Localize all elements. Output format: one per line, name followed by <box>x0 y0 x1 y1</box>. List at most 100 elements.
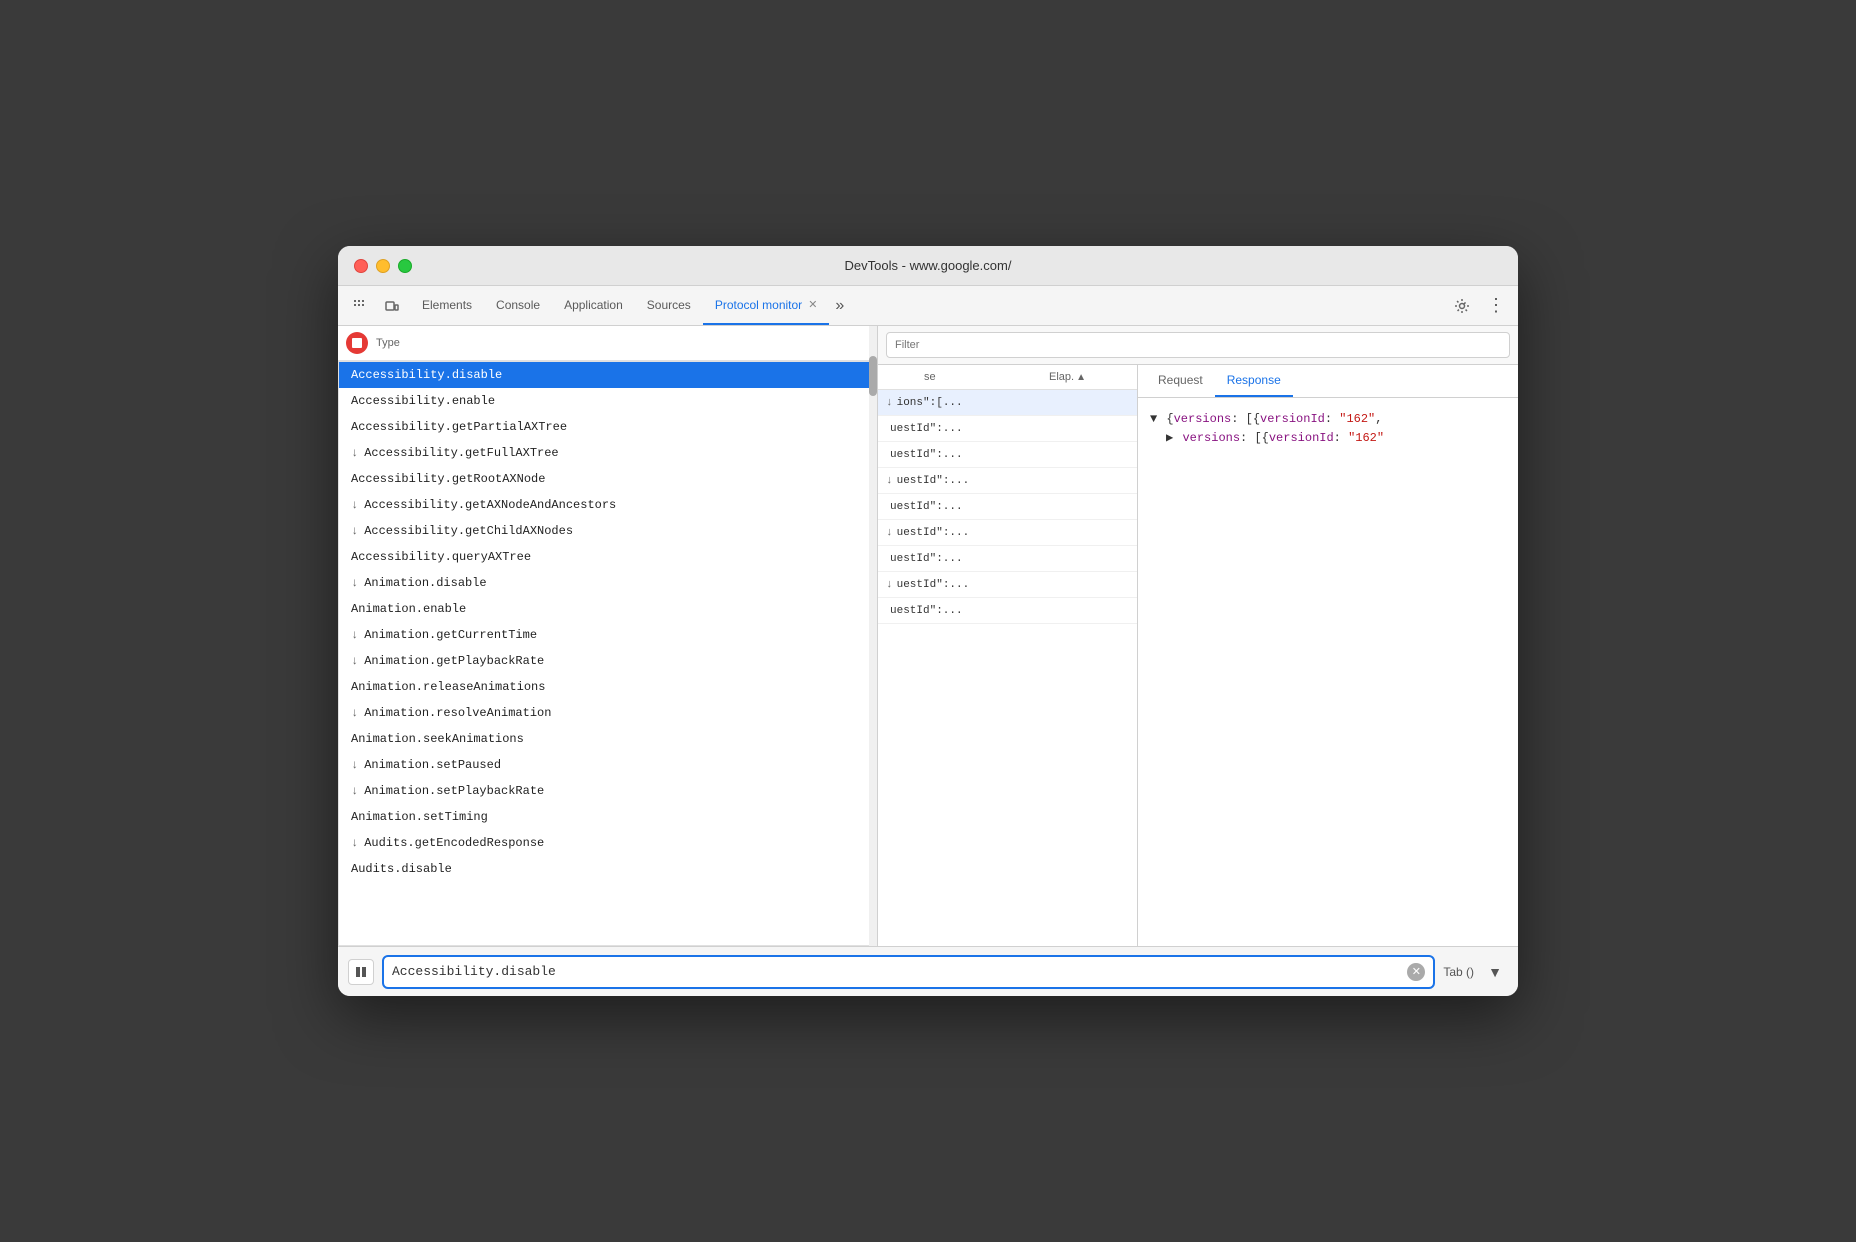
tab-close-icon[interactable]: ✕ <box>808 298 817 311</box>
filter-input[interactable] <box>886 332 1510 358</box>
detail-panel: Request Response ▼ {versions: [{versionI… <box>1138 365 1518 946</box>
table-row[interactable]: ↓ uestId":... <box>878 468 1137 494</box>
stop-button[interactable] <box>346 332 368 354</box>
item-label: Animation.releaseAnimations <box>351 680 545 694</box>
arrow-icon: ↓ <box>351 654 358 668</box>
autocomplete-panel: Type Accessibility.disable Accessibility… <box>338 326 878 946</box>
command-input[interactable] <box>392 964 1407 979</box>
item-label: Accessibility.getFullAXTree <box>364 446 558 460</box>
item-label: Accessibility.disable <box>351 368 502 382</box>
tab-response[interactable]: Response <box>1215 365 1293 397</box>
table-row[interactable]: uestId":... <box>878 442 1137 468</box>
autocomplete-item-anim-paused[interactable]: ↓ Animation.setPaused <box>339 752 876 778</box>
scrollbar-thumb[interactable] <box>869 356 877 396</box>
arrow-icon: ↓ <box>351 758 358 772</box>
tab-sources[interactable]: Sources <box>635 286 703 325</box>
autocomplete-item-acc-query[interactable]: Accessibility.queryAXTree <box>339 544 876 570</box>
tab-protocol-monitor[interactable]: Protocol monitor ✕ <box>703 286 830 325</box>
row-arrow-icon: ↓ <box>886 397 893 409</box>
item-label: Audits.disable <box>351 862 452 876</box>
chevron-down-icon[interactable]: ▼ <box>1482 959 1508 985</box>
tab-request[interactable]: Request <box>1146 365 1215 397</box>
item-label: Accessibility.enable <box>351 394 495 408</box>
traffic-lights <box>354 259 412 273</box>
table-row[interactable]: ↓ uestId":... <box>878 520 1137 546</box>
toolbar-right: ⋮ <box>1448 292 1510 320</box>
item-label: Animation.disable <box>364 576 486 590</box>
settings-icon[interactable] <box>1448 292 1476 320</box>
item-label: Animation.resolveAnimation <box>364 706 551 720</box>
autocomplete-item-anim-enable[interactable]: Animation.enable <box>339 596 876 622</box>
table-row[interactable]: uestId":... <box>878 598 1137 624</box>
tab-hint: Tab () <box>1443 965 1474 979</box>
sort-icon: ▲ <box>1076 372 1086 383</box>
row-arrow-icon: ↓ <box>886 579 893 591</box>
autocomplete-item-acc-partial[interactable]: Accessibility.getPartialAXTree <box>339 414 876 440</box>
item-label: Accessibility.queryAXTree <box>351 550 531 564</box>
arrow-icon: ↓ <box>351 706 358 720</box>
item-label: Accessibility.getChildAXNodes <box>364 524 573 538</box>
autocomplete-item-audit-encoded[interactable]: ↓ Audits.getEncodedResponse <box>339 830 876 856</box>
right-panel: se Elap. ▲ ↓ ions":[... uestId":... <box>878 326 1518 946</box>
autocomplete-item-acc-enable[interactable]: Accessibility.enable <box>339 388 876 414</box>
autocomplete-item-anim-timing[interactable]: Animation.setTiming <box>339 804 876 830</box>
row-response: uestId":... <box>897 475 1129 487</box>
middle-panel: se Elap. ▲ ↓ ions":[... uestId":... <box>878 365 1138 946</box>
autocomplete-item-acc-root[interactable]: Accessibility.getRootAXNode <box>339 466 876 492</box>
minimize-button[interactable] <box>376 259 390 273</box>
tab-application[interactable]: Application <box>552 286 635 325</box>
row-response: ions":[... <box>897 397 1129 409</box>
item-label: Animation.enable <box>351 602 466 616</box>
autocomplete-item-anim-seek[interactable]: Animation.seekAnimations <box>339 726 876 752</box>
device-icon[interactable] <box>378 292 406 320</box>
maximize-button[interactable] <box>398 259 412 273</box>
close-button[interactable] <box>354 259 368 273</box>
row-response: uestId":... <box>890 605 1129 617</box>
tab-elements[interactable]: Elements <box>410 286 484 325</box>
row-response: uestId":... <box>890 553 1129 565</box>
autocomplete-list: Accessibility.disable Accessibility.enab… <box>338 361 877 946</box>
autocomplete-item-audit-disable[interactable]: Audits.disable <box>339 856 876 882</box>
autocomplete-item-anim-resolve[interactable]: ↓ Animation.resolveAnimation <box>339 700 876 726</box>
autocomplete-item-anim-disable[interactable]: ↓ Animation.disable <box>339 570 876 596</box>
row-arrow-icon: ↓ <box>886 527 893 539</box>
item-label: Accessibility.getAXNodeAndAncestors <box>364 498 616 512</box>
expand-icon[interactable]: ▶ <box>1166 431 1173 445</box>
autocomplete-item-acc-full[interactable]: ↓ Accessibility.getFullAXTree <box>339 440 876 466</box>
item-label: Accessibility.getPartialAXTree <box>351 420 567 434</box>
clear-input-button[interactable]: ✕ <box>1407 963 1425 981</box>
table-row[interactable]: ↓ ions":[... <box>878 390 1137 416</box>
item-label: Animation.setPaused <box>364 758 501 772</box>
autocomplete-item-acc-child[interactable]: ↓ Accessibility.getChildAXNodes <box>339 518 876 544</box>
autocomplete-item-acc-ancestors[interactable]: ↓ Accessibility.getAXNodeAndAncestors <box>339 492 876 518</box>
item-label: Accessibility.getRootAXNode <box>351 472 545 486</box>
row-arrow-icon: ↓ <box>886 475 893 487</box>
arrow-icon: ↓ <box>351 784 358 798</box>
tab-console[interactable]: Console <box>484 286 552 325</box>
arrow-icon: ↓ <box>351 524 358 538</box>
table-row[interactable]: ↓ uestId":... <box>878 572 1137 598</box>
detail-content: ▼ {versions: [{versionId: "162", ▶ versi… <box>1138 398 1518 946</box>
main-content: Type Accessibility.disable Accessibility… <box>338 326 1518 946</box>
row-response: uestId":... <box>897 579 1129 591</box>
autocomplete-item-anim-playback[interactable]: ↓ Animation.getPlaybackRate <box>339 648 876 674</box>
table-rows: ↓ ions":[... uestId":... uestId":... <box>878 390 1137 946</box>
autocomplete-item-anim-current[interactable]: ↓ Animation.getCurrentTime <box>339 622 876 648</box>
table-row[interactable]: uestId":... <box>878 494 1137 520</box>
autocomplete-item-anim-release[interactable]: Animation.releaseAnimations <box>339 674 876 700</box>
expand-icon[interactable]: ▼ <box>1150 412 1157 426</box>
table-row[interactable]: uestId":... <box>878 416 1137 442</box>
autocomplete-item-acc-disable[interactable]: Accessibility.disable <box>339 362 876 388</box>
panel-header: Type <box>338 326 877 361</box>
table-row[interactable]: uestId":... <box>878 546 1137 572</box>
item-label: Animation.setPlaybackRate <box>364 784 544 798</box>
devtools-window: DevTools - www.google.com/ <box>338 246 1518 996</box>
inspect-icon[interactable] <box>346 292 374 320</box>
more-options-icon[interactable]: ⋮ <box>1482 292 1510 320</box>
arrow-icon: ↓ <box>351 498 358 512</box>
run-button[interactable] <box>348 959 374 985</box>
arrow-icon: ↓ <box>351 576 358 590</box>
tab-bar: Elements Console Application Sources Pro… <box>410 286 1444 325</box>
autocomplete-item-anim-rate[interactable]: ↓ Animation.setPlaybackRate <box>339 778 876 804</box>
more-tabs-button[interactable]: » <box>829 293 850 319</box>
